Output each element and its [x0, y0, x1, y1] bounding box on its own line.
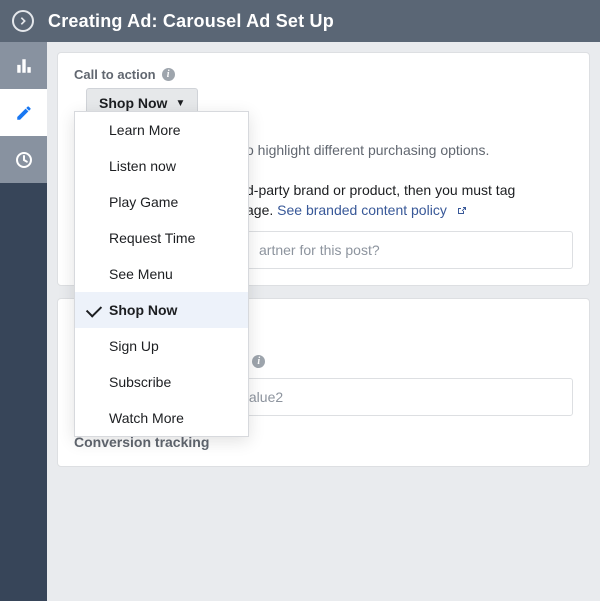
caret-down-icon: ▼ [175, 98, 185, 109]
cta-option[interactable]: Subscribe [75, 364, 248, 400]
branded-partner-input[interactable]: artner for this post? [246, 231, 573, 269]
sidebar-tab-history[interactable] [0, 136, 47, 183]
cta-option[interactable]: Request Time [75, 220, 248, 256]
branded-policy-link[interactable]: See branded content policy [277, 202, 447, 218]
sidebar-tab-edit[interactable] [0, 89, 47, 136]
cta-option[interactable]: Play Game [75, 184, 248, 220]
cta-option[interactable]: Watch More [75, 400, 248, 436]
info-icon[interactable]: i [252, 355, 265, 368]
sidebar [0, 42, 47, 601]
cta-option[interactable]: See Menu [75, 256, 248, 292]
cta-card: Call to action i Shop Now ▼ Learn More L… [57, 52, 590, 286]
cta-option[interactable]: Shop Now [75, 292, 248, 328]
sidebar-tab-results[interactable] [0, 42, 47, 89]
external-link-icon [455, 205, 467, 217]
header-bar: Creating Ad: Carousel Ad Set Up [0, 0, 600, 42]
cta-dropdown-menu: Learn More Listen now Play Game Request … [74, 111, 249, 437]
cta-option[interactable]: Sign Up [75, 328, 248, 364]
cta-selected-value: Shop Now [99, 95, 167, 111]
cta-option[interactable]: Learn More [75, 112, 248, 148]
cta-label: Call to action [74, 67, 156, 82]
cta-option[interactable]: Listen now [75, 148, 248, 184]
page-title: Creating Ad: Carousel Ad Set Up [48, 11, 334, 32]
header-chevron-icon[interactable] [12, 10, 34, 32]
info-icon[interactable]: i [162, 68, 175, 81]
